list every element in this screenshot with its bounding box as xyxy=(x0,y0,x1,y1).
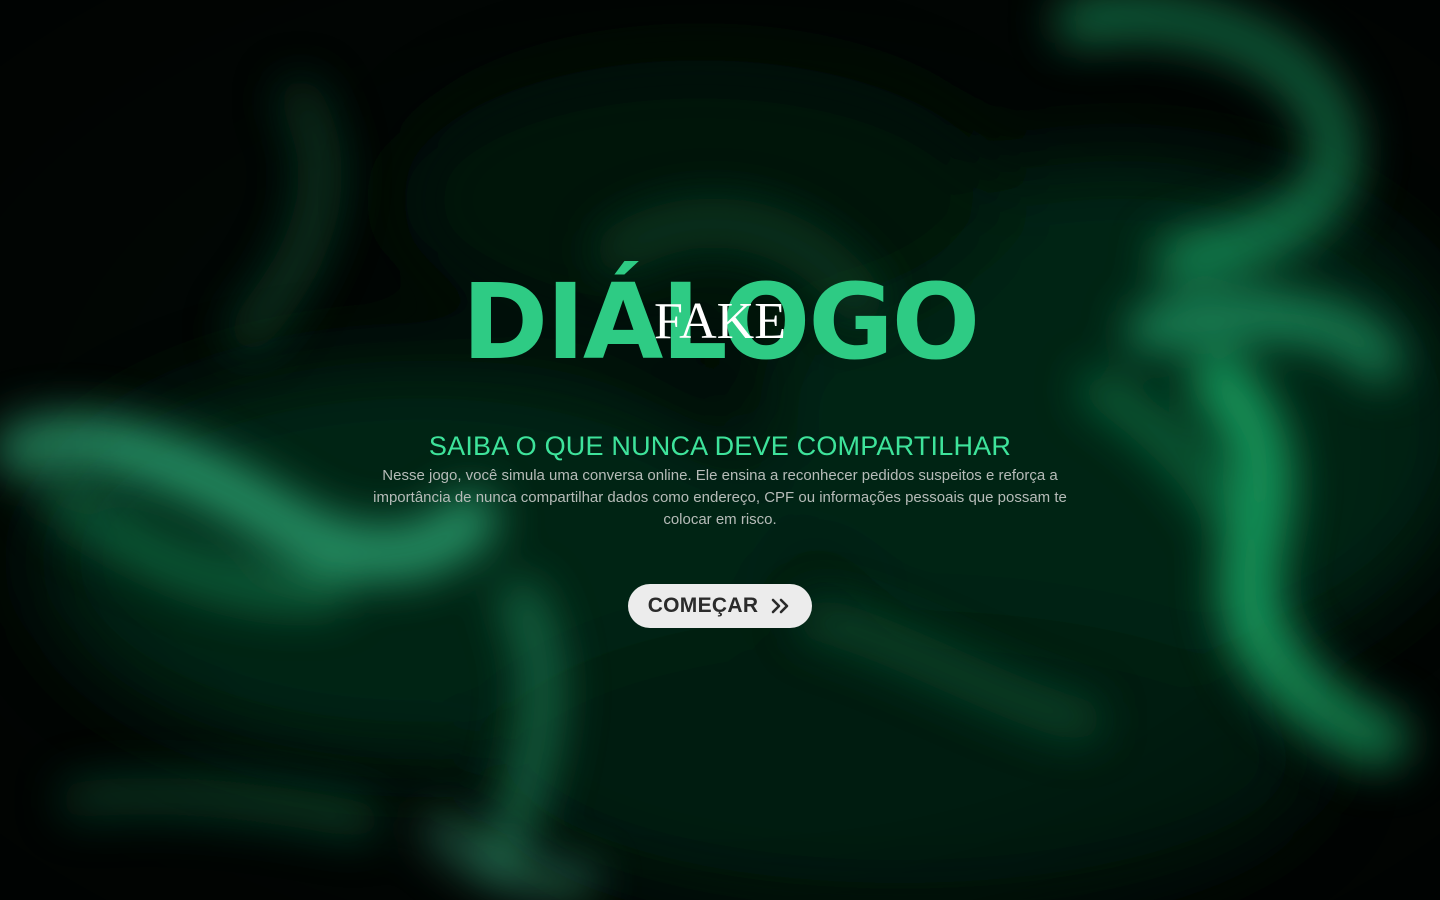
start-button-label: COMEÇAR xyxy=(647,594,759,617)
double-chevron-right-icon xyxy=(771,598,789,614)
title-overlay-text: FAKE xyxy=(654,293,786,350)
hero-subtitle: SAIBA O QUE NUNCA DEVE COMPARTILHAR xyxy=(428,431,1012,461)
start-button[interactable]: COMEÇAR xyxy=(628,584,812,628)
hero-description: Nesse jogo, você simula uma conversa onl… xyxy=(373,467,1067,528)
hero-section: DIÁLOGO FAKE SAIBA O QUE NUNCA DEVE COMP… xyxy=(0,0,1440,900)
game-title: DIÁLOGO FAKE xyxy=(0,262,1440,382)
landing-page: DIÁLOGO FAKE SAIBA O QUE NUNCA DEVE COMP… xyxy=(0,0,1440,900)
